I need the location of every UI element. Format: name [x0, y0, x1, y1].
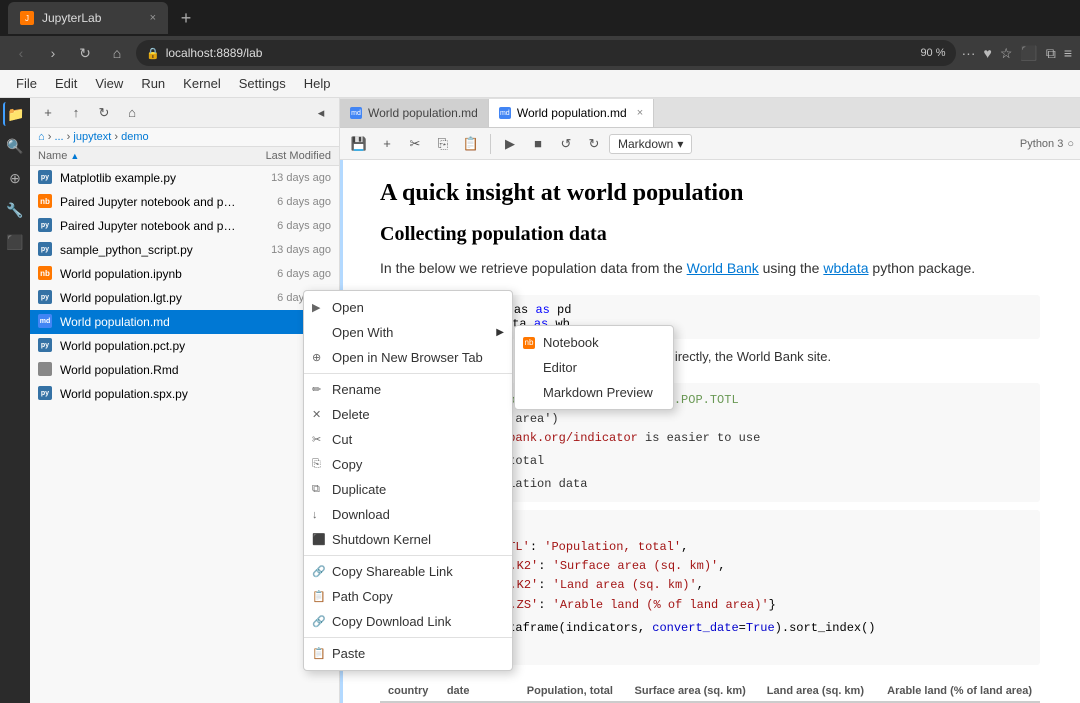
- submenu-markdown-preview[interactable]: Markdown Preview: [515, 380, 673, 405]
- submenu-editor[interactable]: Editor: [515, 355, 673, 380]
- rename-icon: ✏: [312, 383, 321, 396]
- cm-cut[interactable]: ✂ Cut: [304, 427, 512, 452]
- open-icon: ▶: [312, 301, 320, 314]
- download-link-icon: 🔗: [312, 615, 326, 628]
- duplicate-icon: ⧉: [312, 483, 320, 496]
- cm-paste[interactable]: 📋 Paste: [304, 641, 512, 666]
- context-menu-overlay[interactable]: ▶ Open Open With nb Notebook Editor Mark…: [0, 0, 1080, 703]
- submenu-notebook[interactable]: nb Notebook: [515, 330, 673, 355]
- shutdown-icon: ⬛: [312, 533, 326, 546]
- cm-copy-shareable-link[interactable]: 🔗 Copy Shareable Link: [304, 559, 512, 584]
- download-icon: ↓: [312, 509, 318, 521]
- context-menu: ▶ Open Open With nb Notebook Editor Mark…: [303, 290, 513, 671]
- link-icon: 🔗: [312, 565, 326, 578]
- cm-path-copy[interactable]: 📋 Path Copy: [304, 584, 512, 609]
- cm-divider-1: [304, 373, 512, 374]
- submenu-open-with: nb Notebook Editor Markdown Preview: [514, 325, 674, 410]
- cm-copy-download-link[interactable]: 🔗 Copy Download Link: [304, 609, 512, 634]
- cm-divider-3: [304, 637, 512, 638]
- cm-download[interactable]: ↓ Download: [304, 502, 512, 527]
- delete-icon: ✕: [312, 408, 321, 421]
- cm-copy[interactable]: ⎘ Copy: [304, 452, 512, 477]
- cm-open-new-tab[interactable]: ⊕ Open in New Browser Tab: [304, 345, 512, 370]
- cm-rename[interactable]: ✏ Rename: [304, 377, 512, 402]
- paste-icon: 📋: [312, 647, 326, 660]
- cm-open[interactable]: ▶ Open: [304, 295, 512, 320]
- cm-open-with[interactable]: Open With nb Notebook Editor Markdown Pr…: [304, 320, 512, 345]
- cm-duplicate[interactable]: ⧉ Duplicate: [304, 477, 512, 502]
- cm-divider-2: [304, 555, 512, 556]
- path-icon: 📋: [312, 590, 326, 603]
- copy-icon: ⎘: [312, 458, 321, 471]
- notebook-icon: nb: [523, 337, 535, 349]
- cut-icon: ✂: [312, 433, 321, 446]
- cm-delete[interactable]: ✕ Delete: [304, 402, 512, 427]
- cm-shutdown-kernel[interactable]: ⬛ Shutdown Kernel: [304, 527, 512, 552]
- open-new-tab-icon: ⊕: [312, 351, 321, 364]
